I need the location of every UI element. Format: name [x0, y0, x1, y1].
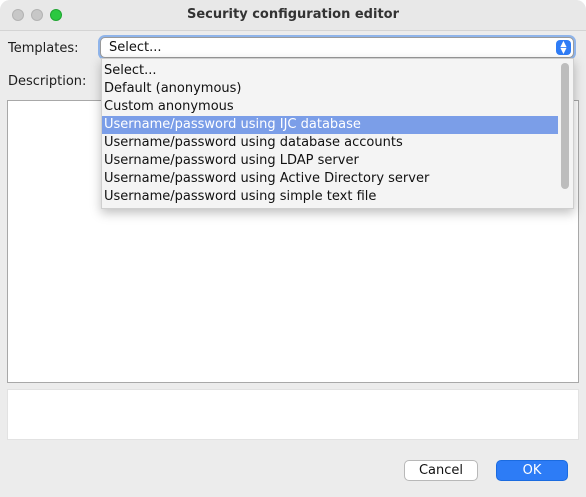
chevron-updown-icon[interactable]: ▲ ▼ — [556, 40, 571, 55]
title-bar: Security configuration editor — [0, 0, 586, 31]
templates-label: Templates: — [8, 41, 79, 56]
security-config-window: Security configuration editor Templates:… — [0, 0, 586, 497]
templates-combobox-value: Select... — [109, 40, 162, 55]
dropdown-option[interactable]: Username/password using LDAP server — [102, 152, 558, 170]
cancel-button[interactable]: Cancel — [404, 460, 478, 481]
ok-button[interactable]: OK — [496, 460, 568, 481]
dropdown-option-highlighted[interactable]: Username/password using IJC database — [102, 116, 558, 134]
window-title: Security configuration editor — [186, 7, 399, 22]
dropdown-option[interactable]: Default (anonymous) — [102, 80, 558, 98]
dropdown-option[interactable]: Custom anonymous — [102, 98, 558, 116]
dropdown-scrollbar[interactable] — [561, 63, 569, 189]
dropdown-option[interactable]: Username/password using simple text file — [102, 188, 558, 206]
dropdown-option[interactable]: Username/password using database account… — [102, 134, 558, 152]
description-label: Description: — [8, 74, 87, 89]
dropdown-option[interactable]: Select... — [102, 62, 558, 80]
dropdown-option[interactable]: Username/password using Active Directory… — [102, 170, 558, 188]
templates-dropdown-list[interactable]: Select... Default (anonymous) Custom ano… — [101, 58, 574, 209]
templates-combobox[interactable]: Select... ▲ ▼ — [100, 37, 574, 58]
status-message-area — [7, 389, 579, 440]
